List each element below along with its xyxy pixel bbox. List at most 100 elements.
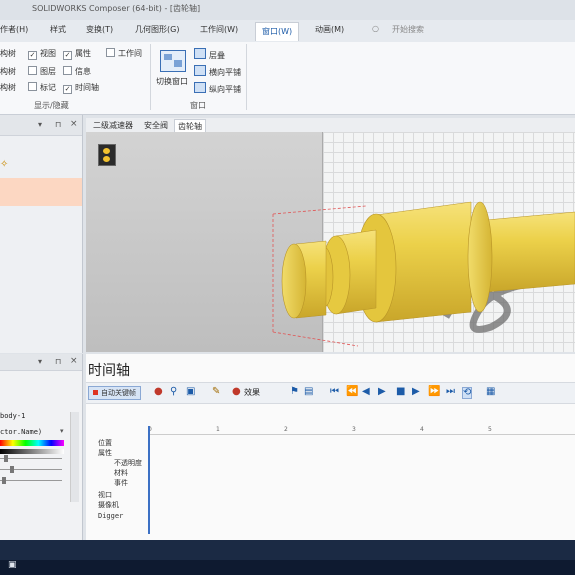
panel-header: ▾ ⊓ × — [0, 115, 82, 136]
track-position[interactable]: 位置 — [98, 438, 112, 448]
checkbox-timeline[interactable]: ✓ 时间轴 — [63, 82, 99, 94]
slider-1[interactable] — [0, 458, 62, 459]
timeline-panel: 时间轴 自动关键帧 ● ⚲ ▣ ✎ ● 效果 ⚑ ▤ ⏮ ⏪ ◀ ▶ ■ ▶ ⏩… — [86, 354, 575, 540]
tab-window[interactable]: 窗口(W) — [255, 22, 300, 41]
checkbox-tree-1[interactable]: 构树 — [0, 48, 16, 59]
ruler-tick: 1 — [216, 426, 220, 433]
window-title: SOLIDWORKS Composer (64-bit) - [齿轮轴] — [32, 4, 201, 13]
digger-icon[interactable]: ⚲ — [170, 387, 177, 397]
timeline-ruler[interactable]: 0 1 2 3 4 5 — [148, 426, 575, 435]
loop-icon[interactable]: ⟲ — [462, 387, 473, 399]
group-label-window: 窗口 — [190, 101, 206, 110]
play-icon[interactable]: ▶ — [378, 387, 386, 397]
track-camera[interactable]: 摄像机 — [98, 500, 119, 510]
slider-3[interactable] — [0, 480, 62, 481]
tab-style[interactable]: 样式 — [50, 24, 66, 35]
dropdown-icon[interactable]: ▾ — [60, 427, 64, 435]
ruler-tick: 2 — [284, 426, 288, 433]
cascade-icon — [194, 48, 206, 59]
track-properties[interactable]: 属性 — [98, 448, 112, 458]
checkbox-workshop[interactable]: 工作间 — [106, 48, 142, 59]
group-divider — [246, 44, 247, 110]
group-label-show-hide: 显示/隐藏 — [34, 101, 69, 110]
checkbox-tree-3[interactable]: 构树 — [0, 82, 16, 93]
panel-header: ▾ ⊓ × — [0, 354, 82, 371]
scrollbar[interactable] — [70, 412, 79, 502]
tile-horizontal-icon — [194, 65, 206, 76]
auto-key-button[interactable]: 自动关键帧 — [88, 386, 141, 400]
brightness-bar[interactable] — [0, 449, 64, 454]
slider-2-handle[interactable] — [10, 466, 14, 473]
track-event[interactable]: 事件 — [114, 478, 128, 488]
taskbar-app-icon[interactable]: ▣ — [8, 560, 17, 570]
doc-tab-safety-valve[interactable]: 安全阀 — [141, 119, 171, 132]
switch-window-icon[interactable] — [160, 50, 186, 72]
checkbox-layers[interactable]: 图层 — [28, 66, 56, 77]
tile-horizontal-button[interactable]: 横向平铺 — [194, 65, 241, 78]
tab-animation[interactable]: 动画(M) — [315, 24, 344, 35]
track-digger[interactable]: Digger — [98, 512, 123, 520]
pin-icon[interactable]: ⊓ — [55, 357, 61, 366]
search-icon[interactable]: ○ — [372, 24, 379, 33]
tab-workshop[interactable]: 工作间(W) — [200, 24, 238, 35]
track-viewport[interactable]: 视口 — [98, 490, 112, 500]
edit-icon[interactable]: ▤ — [304, 387, 313, 397]
doc-tab-reducer[interactable]: 二级减速器 — [90, 119, 136, 132]
group-divider — [150, 44, 151, 110]
camera-icon[interactable]: ▣ — [186, 387, 195, 397]
slider-3-handle[interactable] — [2, 477, 6, 484]
doc-tab-gear-shaft[interactable]: 齿轮轴 — [174, 119, 206, 133]
prev-key-icon[interactable]: ⏪ — [346, 387, 358, 397]
taskbar: ▣ — [0, 540, 575, 575]
tab-geometry[interactable]: 几何图形(G) — [135, 24, 179, 35]
gear-shaft-model[interactable] — [86, 132, 575, 352]
track-opacity[interactable]: 不透明度 — [114, 458, 142, 468]
switch-window-button[interactable]: 切换窗口 — [156, 76, 188, 87]
color-spectrum[interactable] — [0, 440, 64, 446]
property-value-name[interactable]: ctor.Name) — [0, 428, 42, 436]
effects-icon[interactable]: ● — [232, 387, 241, 397]
effects-button[interactable]: 效果 — [244, 387, 260, 398]
marker-icon[interactable]: ⚑ — [290, 387, 299, 397]
step-back-icon[interactable]: ◀ — [362, 387, 370, 397]
playhead[interactable] — [148, 426, 150, 534]
cascade-button[interactable]: 层叠 — [194, 48, 225, 61]
selected-tree-item[interactable] — [0, 178, 82, 206]
stop-icon[interactable]: ■ — [396, 387, 405, 397]
panel-menu-icon[interactable]: ▾ — [38, 357, 42, 366]
slider-1-handle[interactable] — [4, 455, 8, 462]
ruler-tick: 4 — [420, 426, 424, 433]
ribbon: 构树 ✓ 视图 ✓ 属性 工作间 构树 图层 信息 构树 标记 ✓ 时间轴 显示/隐藏… — [0, 42, 575, 115]
tab-author[interactable]: 作者(H) — [0, 24, 28, 35]
3d-viewport[interactable] — [86, 132, 575, 352]
document-tabs: 二级减速器 安全阀 齿轮轴 — [86, 118, 575, 133]
assembly-tree-panel: ▾ ⊓ × ✧ — [0, 115, 83, 353]
checkbox-markers[interactable]: 标记 — [28, 82, 56, 93]
ruler-tick: 5 — [488, 426, 492, 433]
paint-icon[interactable]: ✎ — [212, 387, 220, 397]
step-forward-icon[interactable]: ▶ — [412, 387, 420, 397]
checkbox-view[interactable]: ✓ 视图 — [28, 48, 56, 60]
close-icon[interactable]: × — [70, 356, 78, 366]
timeline-settings-icon[interactable]: ▦ — [486, 387, 495, 397]
close-icon[interactable]: × — [70, 119, 78, 129]
property-panel: ▾ ⊓ × body-1 ctor.Name) ▾ — [0, 354, 83, 540]
tile-vertical-icon — [194, 82, 206, 93]
menu-bar: 作者(H) 样式 变换(T) 几何图形(G) 工作间(W) 窗口(W) 动画(M… — [0, 20, 575, 43]
panel-menu-icon[interactable]: ▾ — [38, 120, 42, 129]
checkbox-properties[interactable]: ✓ 属性 — [63, 48, 91, 60]
title-bar: SOLIDWORKS Composer (64-bit) - [齿轮轴] — [0, 0, 575, 20]
tile-vertical-button[interactable]: 纵向平铺 — [194, 82, 241, 95]
go-end-icon[interactable]: ⏭ — [446, 387, 455, 397]
timeline-toolbar: 自动关键帧 ● ⚲ ▣ ✎ ● 效果 ⚑ ▤ ⏮ ⏪ ◀ ▶ ■ ▶ ⏩ ⏭ ⟲… — [86, 382, 575, 404]
key-icon[interactable]: ● — [154, 387, 163, 397]
pin-icon[interactable]: ⊓ — [55, 120, 61, 129]
go-start-icon[interactable]: ⏮ — [330, 387, 339, 397]
checkbox-tree-2[interactable]: 构树 — [0, 66, 16, 77]
next-key-icon[interactable]: ⏩ — [428, 387, 440, 397]
checkbox-info[interactable]: 信息 — [63, 66, 91, 77]
assembly-icon: ✧ — [0, 159, 9, 170]
search-label[interactable]: 开始搜索 — [392, 24, 424, 35]
track-material[interactable]: 材料 — [114, 468, 128, 478]
tab-transform[interactable]: 变换(T) — [86, 24, 113, 35]
